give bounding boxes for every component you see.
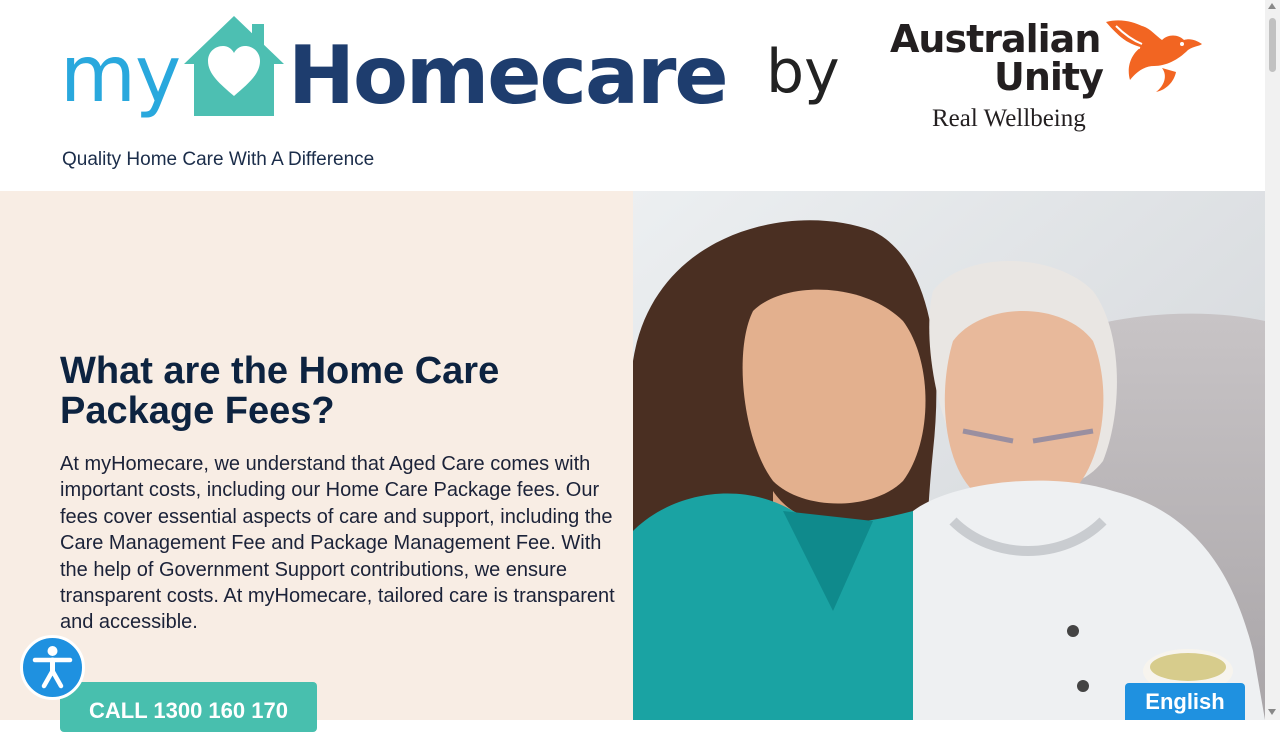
logo-my-text: my — [60, 30, 181, 120]
site-header: my Homecare Quality Home Care With A Dif… — [0, 0, 1265, 191]
page-title: What are the Home Care Package Fees? — [60, 350, 500, 432]
call-button[interactable]: CALL 1300 160 170 — [60, 682, 317, 732]
accessibility-icon — [32, 646, 73, 689]
australian-unity-logo[interactable]: Australian Unity Real Wellbeing — [890, 14, 1210, 144]
au-subtitle: Real Wellbeing — [932, 105, 1086, 132]
hero-text-panel: What are the Home Care Package Fees? At … — [0, 191, 633, 732]
hero-description: At myHomecare, we understand that Aged C… — [60, 453, 615, 634]
accessibility-button[interactable] — [20, 635, 85, 700]
language-selector[interactable]: English — [1125, 683, 1245, 720]
hero-section: What are the Home Care Package Fees? At … — [0, 191, 1265, 732]
tagline: Quality Home Care With A Difference — [62, 149, 375, 170]
logo-homecare-text: Homecare — [288, 29, 729, 122]
au-name-line1: Australian — [890, 17, 1101, 61]
scroll-down-arrow-icon[interactable] — [1268, 709, 1276, 715]
myhomecare-logo[interactable]: my Homecare — [60, 14, 729, 139]
hero-photo — [633, 191, 1265, 720]
house-heart-icon — [184, 16, 284, 116]
au-name-line2: Unity — [994, 55, 1104, 99]
vertical-scrollbar[interactable] — [1265, 0, 1280, 720]
bird-icon — [1106, 20, 1202, 92]
by-text: by — [766, 37, 840, 107]
scrollbar-thumb[interactable] — [1269, 18, 1276, 72]
caregiver-photo-illustration — [633, 191, 1265, 720]
scroll-up-arrow-icon[interactable] — [1268, 3, 1276, 9]
